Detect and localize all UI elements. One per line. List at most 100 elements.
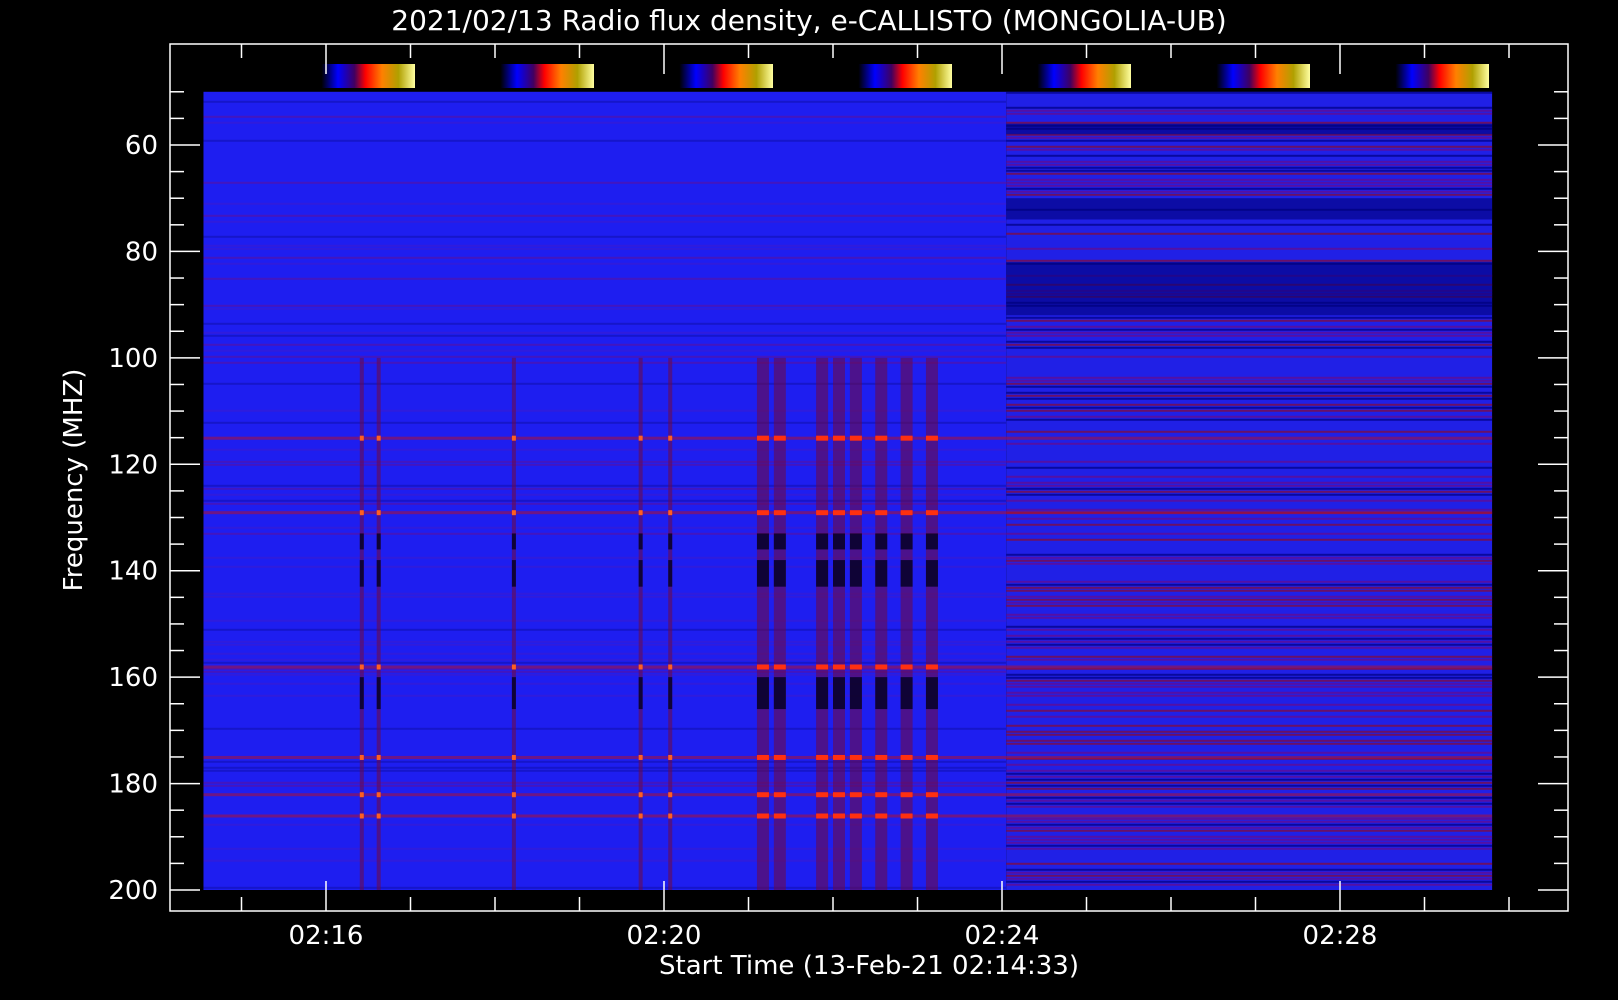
burst-dark bbox=[773, 533, 786, 550]
burst-spot bbox=[900, 435, 913, 441]
noise-band bbox=[1006, 787, 1493, 790]
noise-band bbox=[1006, 817, 1493, 820]
burst-spot bbox=[668, 754, 673, 760]
noise-band bbox=[1006, 334, 1493, 337]
noise-band bbox=[1006, 247, 1493, 250]
burst-dark bbox=[511, 533, 516, 550]
colorbar-0 bbox=[305, 64, 415, 88]
burst-spot bbox=[925, 510, 938, 516]
burst-spot bbox=[849, 510, 862, 516]
burst-spot bbox=[925, 754, 938, 760]
burst-spot bbox=[511, 792, 516, 798]
burst-spot bbox=[900, 664, 913, 670]
burst-dark bbox=[875, 533, 888, 550]
noise-band bbox=[1006, 841, 1493, 844]
colorbar-6 bbox=[1379, 64, 1489, 88]
noise-band bbox=[1006, 877, 1493, 880]
burst-spot bbox=[756, 510, 769, 516]
noise-band bbox=[1006, 340, 1493, 343]
noise-band bbox=[1006, 379, 1493, 382]
noise-band bbox=[1006, 634, 1493, 637]
dark-band bbox=[1006, 262, 1493, 316]
burst-spot bbox=[756, 435, 769, 441]
noise-band bbox=[1006, 691, 1493, 694]
noise-band bbox=[1006, 355, 1493, 358]
noise-band bbox=[1006, 181, 1493, 184]
burst-spot bbox=[668, 813, 673, 819]
burst-dark bbox=[756, 560, 769, 587]
burst-dark bbox=[668, 533, 673, 550]
noise-band bbox=[203, 214, 1007, 217]
chart-title: 2021/02/13 Radio flux density, e-CALLIST… bbox=[391, 4, 1226, 37]
colorbar-3 bbox=[842, 64, 952, 88]
burst-dark bbox=[638, 560, 643, 587]
noise-band bbox=[1006, 589, 1493, 592]
x-tick-label: 02:16 bbox=[289, 921, 364, 951]
noise-band bbox=[1006, 742, 1493, 745]
y-tick-label: 200 bbox=[108, 876, 158, 906]
burst-spot bbox=[638, 792, 643, 798]
noise-band bbox=[1006, 319, 1493, 322]
burst-dark bbox=[925, 533, 938, 550]
burst-spot bbox=[849, 664, 862, 670]
noise-band bbox=[203, 277, 1007, 280]
noise-band bbox=[1006, 376, 1493, 379]
burst-spot bbox=[773, 754, 786, 760]
noise-band bbox=[1006, 145, 1493, 148]
noise-band bbox=[1006, 658, 1493, 661]
noise-band bbox=[1006, 460, 1493, 463]
noise-band bbox=[1006, 136, 1493, 139]
noise-band bbox=[203, 121, 1007, 124]
x-axis-label: Start Time (13-Feb-21 02:14:33) bbox=[659, 951, 1079, 981]
noise-band bbox=[1006, 646, 1493, 649]
noise-band bbox=[1006, 772, 1493, 775]
noise-band bbox=[1006, 796, 1493, 799]
noise-band bbox=[1006, 685, 1493, 688]
burst-spot bbox=[756, 754, 769, 760]
noise-band bbox=[1006, 403, 1493, 406]
burst-spot bbox=[638, 510, 643, 516]
burst-dark bbox=[849, 677, 862, 710]
noise-band bbox=[1006, 643, 1493, 646]
noise-band bbox=[1006, 508, 1493, 511]
noise-band bbox=[1006, 493, 1493, 496]
noise-band bbox=[1006, 184, 1493, 187]
burst-dark bbox=[359, 533, 364, 550]
noise-band bbox=[1006, 562, 1493, 565]
noise-band bbox=[1006, 763, 1493, 766]
noise-band bbox=[1006, 163, 1493, 166]
noise-band bbox=[1006, 499, 1493, 502]
burst-dark bbox=[359, 560, 364, 587]
burst-spot bbox=[833, 664, 845, 670]
noise-band bbox=[1006, 871, 1493, 874]
burst-dark bbox=[925, 677, 938, 710]
colorbar-1 bbox=[484, 64, 594, 88]
noise-band bbox=[1006, 874, 1493, 877]
burst-dark bbox=[638, 533, 643, 550]
burst-spot bbox=[833, 510, 845, 516]
burst-spot bbox=[816, 664, 829, 670]
burst-dark bbox=[668, 677, 673, 710]
noise-band bbox=[1006, 829, 1493, 832]
noise-band bbox=[1006, 139, 1493, 142]
noise-band bbox=[1006, 838, 1493, 841]
noise-band bbox=[1006, 580, 1493, 583]
noise-band bbox=[1006, 679, 1493, 682]
noise-band bbox=[203, 331, 1007, 334]
colorbar-5 bbox=[1200, 64, 1310, 88]
noise-band bbox=[1006, 784, 1493, 787]
y-axis-label: Frequency (MHZ) bbox=[59, 369, 89, 592]
noise-band bbox=[1006, 430, 1493, 433]
noise-band bbox=[1006, 778, 1493, 781]
burst-spot bbox=[773, 510, 786, 516]
noise-band bbox=[1006, 385, 1493, 388]
burst-spot bbox=[925, 435, 938, 441]
spectrogram-chart: 2021/02/13 Radio flux density, e-CALLIST… bbox=[59, 4, 1569, 981]
burst-spot bbox=[756, 813, 769, 819]
noise-band bbox=[1006, 835, 1493, 838]
noise-band bbox=[1006, 91, 1493, 94]
burst-spot bbox=[376, 510, 381, 516]
noise-band bbox=[1006, 166, 1493, 169]
noise-band bbox=[203, 262, 1007, 265]
noise-band bbox=[1006, 259, 1493, 262]
